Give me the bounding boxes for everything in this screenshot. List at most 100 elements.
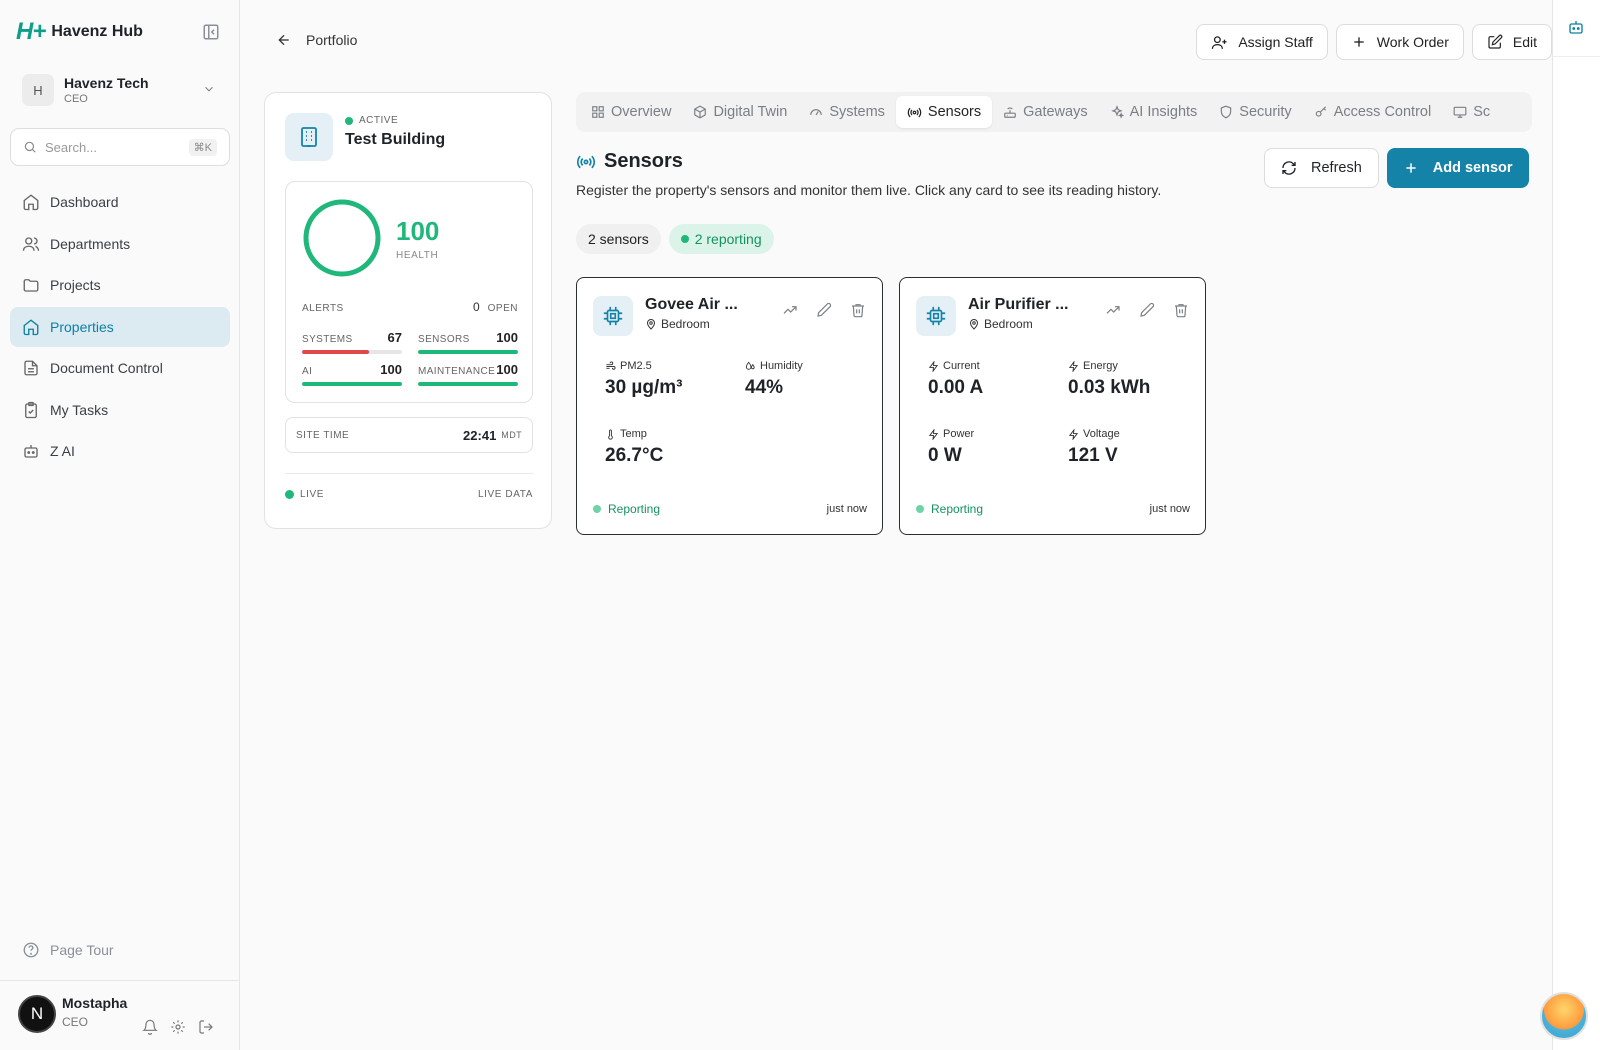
metric-bar-fill [302, 382, 402, 386]
sidebar-item-label: Document Control [50, 360, 163, 376]
router-icon [1003, 105, 1017, 119]
brand[interactable]: H+ Havenz Hub [16, 18, 143, 46]
health-ring [303, 199, 381, 277]
sidebar-toggle-icon[interactable] [202, 23, 220, 41]
reporting-dot [680, 235, 689, 243]
refresh-button[interactable]: Refresh [1264, 148, 1379, 188]
bolt-icon [1068, 428, 1079, 440]
sidebar-item-departments[interactable]: Departments [10, 224, 230, 264]
reading-label: Energy [1083, 360, 1118, 372]
divider [1553, 56, 1600, 57]
reading-label: Current [943, 360, 980, 372]
section-header: Sensors [576, 150, 683, 173]
reading-power: Power 0 W [928, 428, 974, 467]
reading-value: 0.00 A [928, 377, 984, 398]
sensor-status: Reporting just now [593, 502, 867, 516]
site-timezone: MDT [501, 430, 522, 440]
sensor-name: Govee Air ... [645, 296, 738, 313]
trending-up-icon[interactable] [1105, 302, 1121, 318]
status-label: Reporting [931, 502, 984, 516]
health-label: HEALTH [396, 250, 439, 261]
tab-gateways[interactable]: Gateways [992, 96, 1098, 128]
map-pin-icon [645, 318, 657, 330]
main-content: Portfolio Assign Staff Work Order Edit A… [240, 0, 1552, 1050]
breadcrumb: Portfolio [306, 32, 358, 48]
search-input[interactable]: Search... ⌘K [10, 128, 230, 166]
radio-icon [576, 152, 596, 172]
sidebar-item-properties[interactable]: Properties [10, 306, 230, 347]
sensor-status: Reporting just now [916, 502, 1190, 516]
org-name: Havenz Tech [64, 75, 149, 91]
pencil-icon[interactable] [816, 302, 832, 318]
arrow-left-icon [276, 32, 292, 48]
metric-sensors: SENSORS 100 [418, 330, 518, 354]
thermometer-icon [605, 428, 616, 440]
sidebar-item-label: Dashboard [50, 194, 119, 210]
folder-icon [22, 276, 40, 294]
site-time-value: 22:41 [463, 427, 497, 443]
work-order-label: Work Order [1376, 34, 1449, 50]
sensor-location: Bedroom [968, 317, 1033, 331]
gear-icon[interactable] [170, 1019, 186, 1035]
tab-label: Security [1239, 104, 1292, 120]
sidebar-item-document-control[interactable]: Document Control [10, 348, 230, 388]
tab-label: Gateways [1023, 104, 1088, 120]
right-rail [1552, 0, 1600, 1050]
tab-overview[interactable]: Overview [580, 96, 682, 128]
metric-label: MAINTENANCE [418, 366, 496, 377]
pencil-icon[interactable] [1139, 302, 1155, 318]
sidebar-item-dashboard[interactable]: Dashboard [10, 182, 230, 222]
logout-icon[interactable] [198, 1019, 214, 1035]
assistant-avatar-icon[interactable] [1540, 992, 1588, 1040]
property-summary-card: ACTIVE Test Building 100 HEALTH ALERTS 0… [264, 92, 552, 529]
edit-icon [1487, 34, 1503, 50]
trash-icon[interactable] [850, 302, 866, 318]
metric-value: 67 [387, 330, 402, 345]
reading-label: Power [943, 428, 975, 440]
tab-sc[interactable]: Sc [1442, 96, 1501, 128]
trash-icon[interactable] [1173, 302, 1189, 318]
tab-sensors[interactable]: Sensors [895, 96, 993, 128]
grid-icon [591, 105, 605, 119]
shield-icon [1219, 105, 1233, 119]
tab-label: Digital Twin [713, 104, 788, 120]
sidebar-item-z-ai[interactable]: Z AI [10, 431, 230, 471]
live-dot [285, 490, 294, 499]
sensor-name: Air Purifier ... [968, 296, 1069, 313]
trending-up-icon[interactable] [782, 302, 798, 318]
edit-button[interactable]: Edit [1471, 24, 1552, 60]
user-panel: N Mostapha CEO [0, 980, 240, 1050]
live-label: LIVE [300, 489, 325, 500]
org-switcher[interactable]: H Havenz Tech CEO [22, 72, 222, 108]
sidebar-item-projects[interactable]: Projects [10, 265, 230, 305]
sensor-card[interactable]: Air Purifier ... Bedroom Current 0.00 A … [899, 277, 1206, 535]
brand-logo: H+ [16, 18, 46, 45]
assign-staff-button[interactable]: Assign Staff [1196, 24, 1328, 60]
sensor-card[interactable]: Govee Air ... Bedroom PM2.5 30 µg/m³ Hum… [576, 277, 883, 535]
avatar[interactable]: N [18, 995, 56, 1033]
tab-label: Overview [611, 104, 672, 120]
status-label: ACTIVE [359, 115, 399, 126]
metric-label: SENSORS [418, 334, 470, 345]
reading-label: PM2.5 [620, 360, 652, 372]
bell-icon[interactable] [142, 1019, 158, 1035]
tab-security[interactable]: Security [1208, 96, 1302, 128]
tab-ai-insights[interactable]: AI Insights [1099, 96, 1209, 128]
tab-label: Sensors [927, 104, 982, 120]
wind-icon [605, 360, 616, 372]
tab-systems[interactable]: Systems [798, 96, 896, 128]
back-to-portfolio-link[interactable]: Portfolio [276, 32, 357, 48]
tab-label: AI Insights [1129, 104, 1198, 120]
reporting-badge: 2 reporting [668, 224, 774, 254]
updated-time: just now [1149, 503, 1190, 515]
health-panel: 100 HEALTH ALERTS 0 OPEN SYSTEMS 67 SENSO… [285, 181, 533, 403]
bot-icon[interactable] [1567, 18, 1585, 36]
tab-access-control[interactable]: Access Control [1303, 96, 1443, 128]
home-icon [22, 193, 40, 211]
work-order-button[interactable]: Work Order [1335, 24, 1464, 60]
add-sensor-button[interactable]: Add sensor [1386, 148, 1529, 188]
sidebar-item-my-tasks[interactable]: My Tasks [10, 390, 230, 430]
tab-digital-twin[interactable]: Digital Twin [682, 96, 798, 128]
reading-temp: Temp 26.7°C [605, 428, 663, 467]
page-tour-button[interactable]: Page Tour [22, 941, 114, 959]
